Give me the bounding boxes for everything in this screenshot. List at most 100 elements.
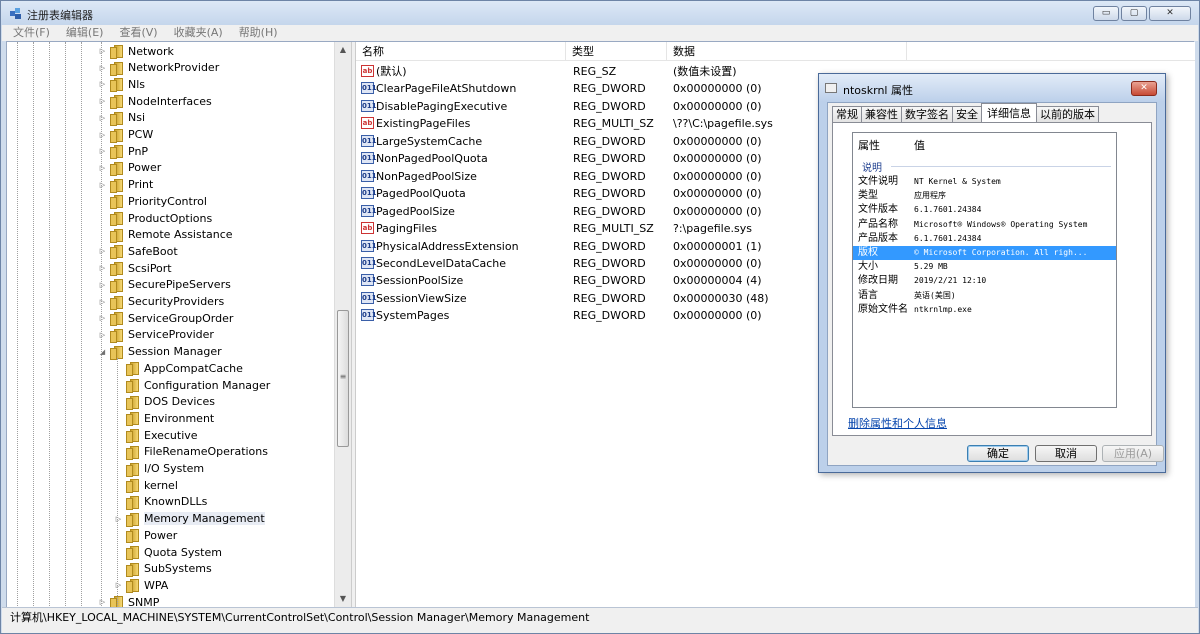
expand-arrow-icon[interactable]: ▷ [98, 314, 107, 322]
tree-item[interactable]: Quota System [114, 544, 222, 560]
expand-arrow-icon[interactable]: ▷ [98, 598, 107, 606]
value-name: (默认) [376, 65, 407, 78]
tree-scrollbar[interactable]: ▲ ≡ ▼ [334, 42, 351, 608]
dialog-tab[interactable]: 兼容性 [861, 106, 902, 122]
tree-item[interactable]: ▷ Power [98, 160, 161, 176]
tree-item[interactable]: ▷ ServiceProvider [98, 327, 214, 343]
tree-item[interactable]: ▷ Nsi [98, 110, 145, 126]
detail-value: NT Kernel & System [914, 177, 1001, 186]
dialog-tab[interactable]: 常规 [832, 106, 862, 122]
expand-arrow-icon[interactable]: ▷ [98, 80, 107, 88]
tree-item[interactable]: ▷ Memory Management [114, 511, 265, 527]
ok-button[interactable]: 确定 [967, 445, 1029, 462]
tree-item[interactable]: Power [114, 527, 177, 544]
details-header-value[interactable]: 值 [914, 137, 925, 153]
tree-item[interactable]: ▷ PnP [98, 143, 148, 160]
expand-arrow-icon[interactable]: ▷ [114, 515, 123, 523]
tree-item[interactable]: FileRenameOperations [114, 444, 268, 460]
expand-arrow-icon[interactable]: ▷ [98, 247, 107, 255]
scroll-thumb[interactable]: ≡ [337, 310, 349, 447]
expand-arrow-icon[interactable]: ▷ [98, 131, 107, 139]
detail-key: 文件版本 [858, 204, 898, 216]
apply-button[interactable]: 应用(A) [1102, 445, 1164, 462]
detail-row[interactable]: 版权 © Microsoft Corporation. All righ... [853, 246, 1116, 260]
tree-item[interactable]: ▷ PCW [98, 127, 153, 143]
details-header-property[interactable]: 属性 [858, 137, 880, 153]
expand-arrow-icon[interactable]: ▷ [98, 164, 107, 172]
minimize-button[interactable]: ▭ [1093, 6, 1119, 21]
tree-item[interactable]: SubSystems [114, 561, 212, 577]
column-header-data[interactable]: 数据 [667, 42, 907, 61]
detail-row[interactable]: 产品版本 6.1.7601.24384 [853, 232, 1116, 246]
detail-row[interactable]: 语言 英语(美国) [853, 289, 1116, 303]
tree-item[interactable]: ▷ ScsiPort [98, 260, 172, 277]
tree-item[interactable]: ▷ Print [98, 177, 153, 193]
tree-item[interactable]: ▷ Network [98, 43, 174, 59]
scroll-down-arrow-icon[interactable]: ▼ [335, 592, 351, 606]
detail-row[interactable]: 类型 应用程序 [853, 189, 1116, 203]
tree-item[interactable]: AppCompatCache [114, 360, 243, 377]
tree-item[interactable]: PriorityControl [98, 193, 207, 210]
close-button[interactable]: ✕ [1149, 6, 1191, 21]
tree-item[interactable]: ▷ Nls [98, 76, 145, 93]
expand-arrow-icon[interactable]: ▷ [98, 331, 107, 339]
expand-arrow-icon[interactable]: ▷ [98, 97, 107, 105]
menu-view[interactable]: 查看(V) [108, 25, 162, 41]
binary-value-icon: 011 [361, 99, 377, 112]
tree-item[interactable]: ▷ NodeInterfaces [98, 93, 212, 110]
menu-help[interactable]: 帮助(H) [228, 25, 283, 41]
expand-arrow-icon[interactable]: ▷ [98, 298, 107, 306]
expand-arrow-icon[interactable]: ▷ [98, 147, 107, 155]
string-value-icon: ab [361, 65, 374, 77]
column-header-type[interactable]: 类型 [566, 42, 667, 61]
tree-item[interactable]: ▷ SecurePipeServers [98, 277, 231, 293]
detail-row[interactable]: 大小 5.29 MB [853, 260, 1116, 274]
detail-row[interactable]: 产品名称 Microsoft® Windows® Operating System [853, 218, 1116, 232]
tree-item-label: FileRenameOperations [144, 445, 268, 459]
tree-item[interactable]: Environment [114, 410, 214, 427]
expand-arrow-icon[interactable]: ▷ [98, 64, 107, 72]
collapse-arrow-icon[interactable]: ◢ [98, 348, 107, 356]
expand-arrow-icon[interactable]: ▷ [98, 181, 107, 189]
tree-item[interactable]: DOS Devices [114, 394, 215, 410]
tree-item[interactable]: ▷ WPA [114, 577, 168, 594]
dialog-title-bar[interactable]: ntoskrnl 属性 ✕ [819, 74, 1165, 102]
tree-item[interactable]: ProductOptions [98, 210, 212, 226]
title-bar[interactable]: 注册表编辑器 ▭ ▢ ✕ [1, 1, 1199, 25]
tree-item[interactable]: ▷ NetworkProvider [98, 60, 219, 76]
tree-item[interactable]: KnownDLLs [114, 494, 207, 510]
detail-row[interactable]: 文件版本 6.1.7601.24384 [853, 203, 1116, 217]
expand-arrow-icon[interactable]: ▷ [98, 47, 107, 55]
tree-item[interactable]: ▷ SNMP [98, 594, 159, 608]
tree-item[interactable]: ▷ SecurityProviders [98, 294, 224, 310]
expand-arrow-icon[interactable]: ▷ [98, 264, 107, 272]
scroll-up-arrow-icon[interactable]: ▲ [335, 43, 351, 57]
tree-item[interactable]: Remote Assistance [98, 227, 233, 243]
tree-item[interactable]: Executive [114, 427, 198, 444]
dialog-tab[interactable]: 数字签名 [901, 106, 953, 122]
tree-item[interactable]: kernel [114, 477, 178, 494]
dialog-tab[interactable]: 详细信息 [981, 103, 1037, 122]
tree-item-label: Memory Management [144, 512, 265, 526]
cancel-button[interactable]: 取消 [1035, 445, 1097, 462]
expand-arrow-icon[interactable]: ▷ [98, 281, 107, 289]
tree-item[interactable]: Configuration Manager [114, 377, 270, 393]
menu-file[interactable]: 文件(F) [2, 25, 55, 41]
tree-item[interactable]: ▷ ServiceGroupOrder [98, 310, 233, 327]
expand-arrow-icon[interactable]: ▷ [114, 581, 123, 589]
detail-row[interactable]: 文件说明 NT Kernel & System [853, 175, 1116, 189]
tree-item[interactable]: I/O System [114, 461, 204, 477]
column-header-name[interactable]: 名称 [356, 42, 566, 61]
tree-item-label: Remote Assistance [128, 228, 233, 242]
dialog-tab[interactable]: 安全 [952, 106, 982, 122]
tree-item[interactable]: ▷ SafeBoot [98, 243, 178, 260]
menu-edit[interactable]: 编辑(E) [55, 25, 109, 41]
expand-arrow-icon[interactable]: ▷ [98, 114, 107, 122]
dialog-tab[interactable]: 以前的版本 [1036, 106, 1099, 122]
remove-properties-link[interactable]: 删除属性和个人信息 [848, 415, 947, 431]
detail-row[interactable]: 原始文件名 ntkrnlmp.exe [853, 303, 1116, 317]
dialog-close-button[interactable]: ✕ [1131, 81, 1157, 96]
menu-favorites[interactable]: 收藏夹(A) [163, 25, 228, 41]
detail-row[interactable]: 修改日期 2019/2/21 12:10 [853, 274, 1116, 288]
maximize-button[interactable]: ▢ [1121, 6, 1147, 21]
